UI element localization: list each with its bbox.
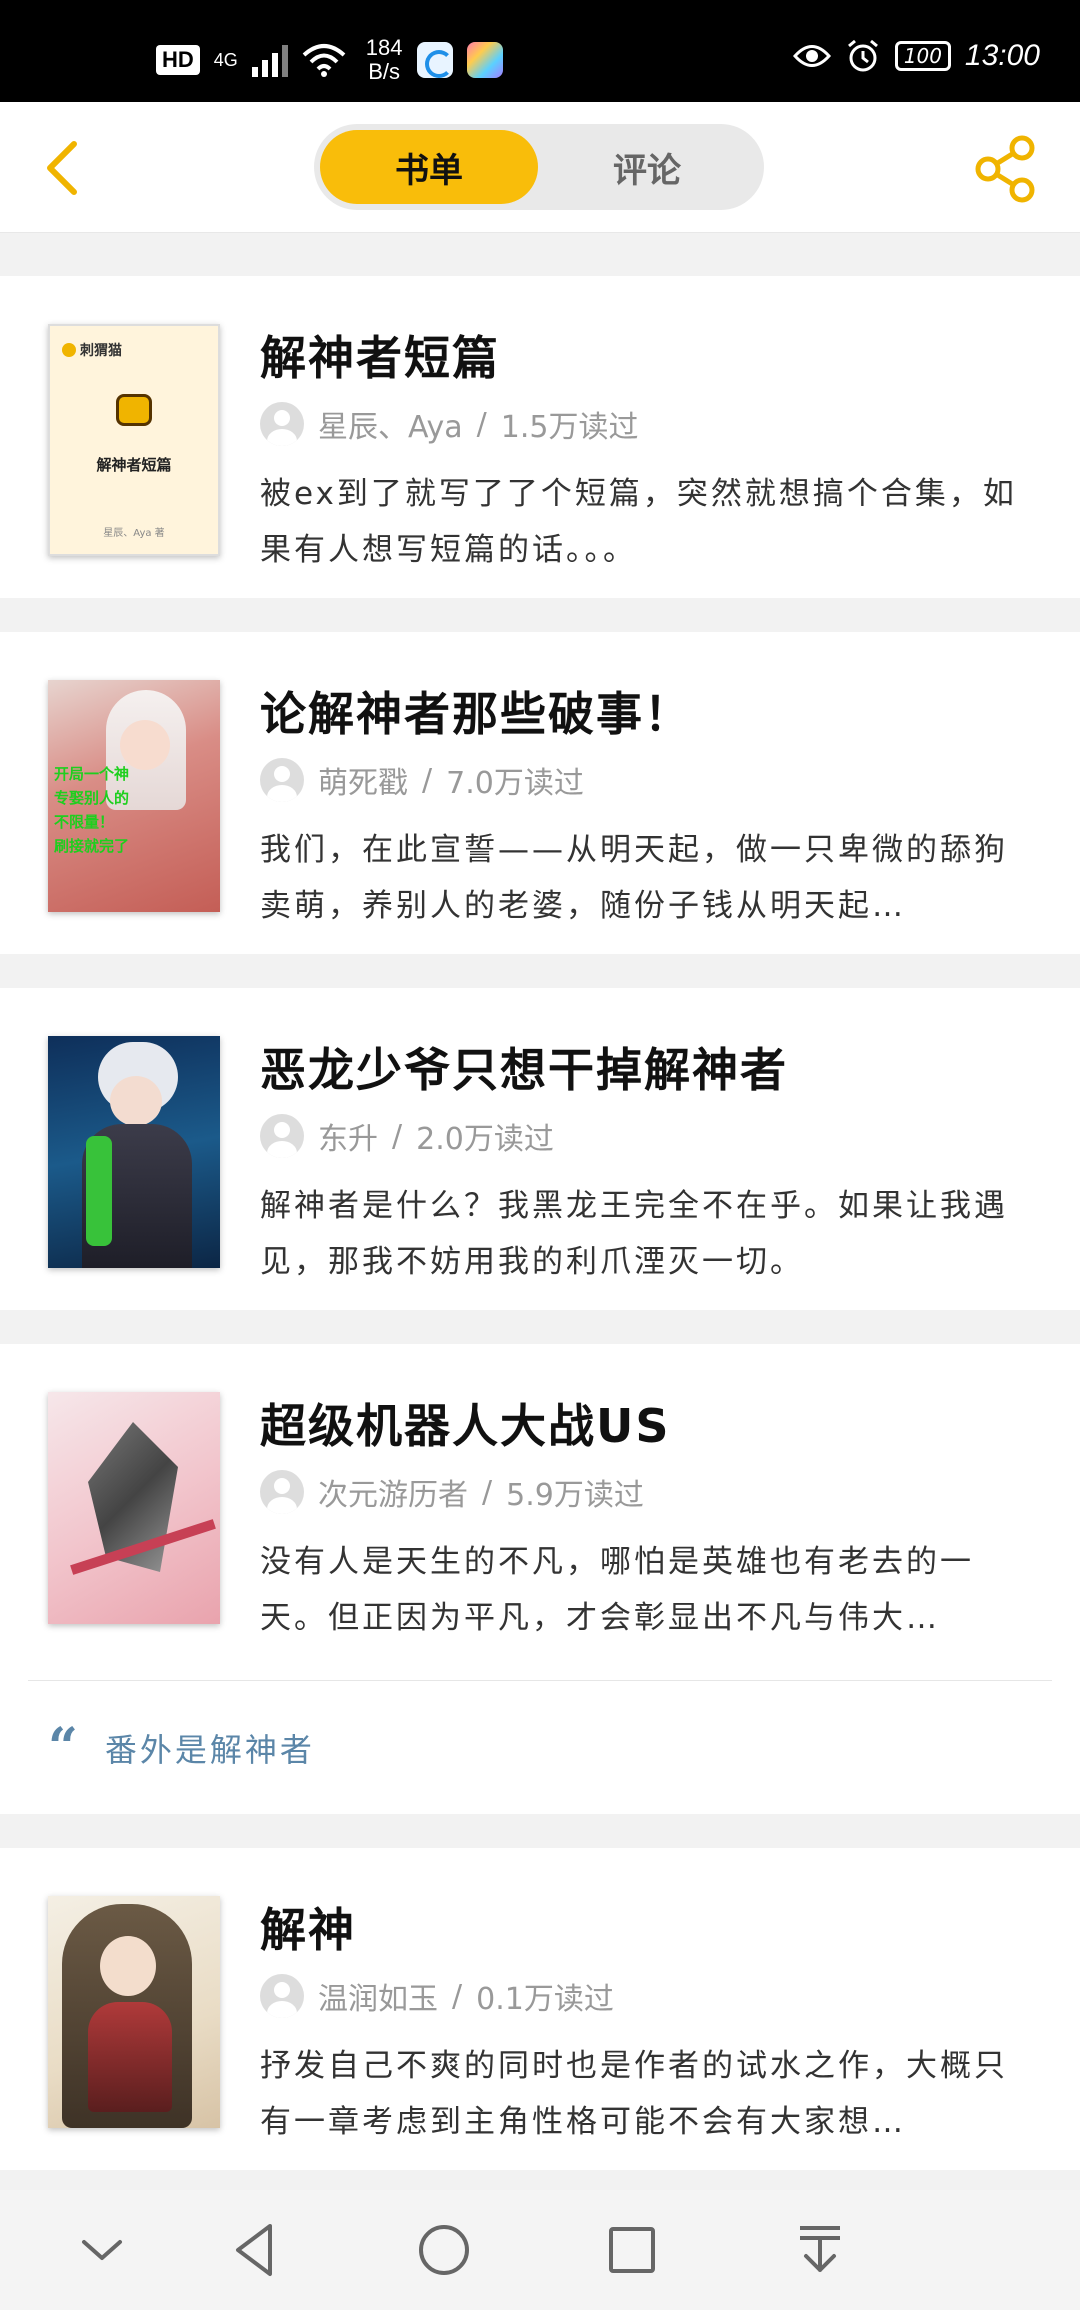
- tab-comments[interactable]: 评论: [538, 130, 756, 204]
- avatar: [260, 1470, 304, 1514]
- book-card[interactable]: 开局一个神 专娶别人的 不限量！ 刷接就完了 论解神者那些破事！ 萌死戳 / 7…: [0, 632, 1080, 954]
- divider: [28, 1680, 1052, 1681]
- book-meta: 东升 / 2.0万读过: [260, 1114, 554, 1158]
- book-cover: [48, 1392, 220, 1624]
- book-description: 解神者是什么？我黑龙王完全不在乎。如果让我遇见，那我不妨用我的利爪湮灭一切。: [260, 1188, 1008, 1280]
- book-description: 我们，在此宣誓——从明天起，做一只卑微的舔狗卖萌，养别人的老婆，随份子钱从明天起…: [260, 832, 1008, 924]
- app-notification-icon-2: [466, 42, 503, 78]
- author: 萌死戳: [318, 766, 408, 801]
- cat-icon: [116, 394, 152, 426]
- author: 星辰、Aya: [318, 410, 463, 445]
- read-count: 5.9万读过: [506, 1478, 644, 1513]
- avatar: [260, 1974, 304, 2018]
- share-icon[interactable]: [970, 134, 1040, 204]
- clock: 13:00: [964, 39, 1040, 72]
- cover-line: 不限量！: [54, 813, 115, 831]
- book-meta: 次元游历者 / 5.9万读过: [260, 1470, 644, 1514]
- read-count: 2.0万读过: [416, 1122, 554, 1157]
- book-cover: [48, 1896, 220, 2128]
- status-bar: HD 4G 184 B/s 100 13:00: [0, 0, 1080, 102]
- signal-icon: [251, 43, 288, 77]
- tab-booklist[interactable]: 书单: [320, 130, 538, 204]
- back-triangle-icon[interactable]: [224, 2218, 288, 2282]
- recents-square-icon[interactable]: [600, 2218, 664, 2282]
- book-card[interactable]: 超级机器人大战US 次元游历者 / 5.9万读过 没有人是天生的不凡，哪怕是英雄…: [0, 1344, 1080, 1814]
- book-cover: 刺猬猫 解神者短篇 星辰、Aya 著: [48, 324, 220, 556]
- book-title: 恶龙少爷只想干掉解神者: [260, 1043, 788, 1097]
- book-meta: 星辰、Aya / 1.5万读过: [260, 402, 638, 446]
- book-description: 被ex到了就写了了个短篇，突然就想搞个合集，如果有人想写短篇的话。。。: [260, 476, 1017, 568]
- book-meta: 温润如玉 / 0.1万读过: [260, 1974, 614, 2018]
- alarm-icon: [847, 39, 878, 72]
- avatar: [260, 758, 304, 802]
- download-icon[interactable]: [788, 2218, 852, 2282]
- chevron-down-icon[interactable]: [70, 2218, 134, 2282]
- book-title: 解神: [260, 1903, 356, 1957]
- book-title: 解神者短篇: [260, 331, 500, 385]
- hd-badge: HD: [156, 45, 200, 75]
- cover-line: 开局一个神: [54, 765, 130, 783]
- avatar: [260, 1114, 304, 1158]
- cover-line: 刷接就完了: [54, 837, 130, 855]
- eye-icon: [792, 45, 831, 67]
- cover-logo: 刺猬猫: [80, 343, 122, 359]
- network-type: 4G: [213, 49, 238, 70]
- quote-icon: “: [48, 1717, 81, 1778]
- book-description: 抒发自己不爽的同时也是作者的试水之作，大概只有一章考虑到主角性格可能不会有大家想…: [260, 2048, 1008, 2140]
- avatar: [260, 402, 304, 446]
- system-nav-bar: [0, 2190, 1080, 2310]
- segment-control: 书单 评论: [314, 124, 764, 210]
- author: 温润如玉: [318, 1982, 438, 2017]
- book-card[interactable]: 恶龙少爷只想干掉解神者 东升 / 2.0万读过 解神者是什么？我黑龙王完全不在乎…: [0, 988, 1080, 1310]
- book-cover: 开局一个神 专娶别人的 不限量！ 刷接就完了: [48, 680, 220, 912]
- book-description: 没有人是天生的不凡，哪怕是英雄也有老去的一天。但正因为平凡，才会彰显出不凡与伟大…: [260, 1544, 974, 1636]
- top-bar: 书单 评论: [0, 102, 1080, 233]
- book-meta: 萌死戳 / 7.0万读过: [260, 758, 584, 802]
- network-speed: 184 B/s: [365, 35, 403, 84]
- back-arrow-icon[interactable]: [38, 138, 88, 198]
- book-card[interactable]: 刺猬猫 解神者短篇 星辰、Aya 著 解神者短篇 星辰、Aya / 1.5万读过…: [0, 276, 1080, 598]
- read-count: 1.5万读过: [500, 410, 639, 445]
- home-circle-icon[interactable]: [412, 2218, 476, 2282]
- quote-text: 番外是解神者: [104, 1731, 315, 1769]
- read-count: 7.0万读过: [446, 766, 584, 801]
- cover-author: 星辰、Aya 著: [103, 528, 165, 539]
- book-cover: [48, 1036, 220, 1268]
- comment-quote[interactable]: “ 番外是解神者: [48, 1722, 315, 1774]
- battery-icon: 100: [894, 41, 951, 71]
- cover-line: 专娶别人的: [54, 789, 130, 807]
- book-title: 论解神者那些破事！: [260, 687, 692, 741]
- app-notification-icon: [416, 42, 453, 78]
- wifi-icon: [302, 44, 346, 77]
- author: 次元游历者: [318, 1478, 468, 1513]
- book-title: 超级机器人大战US: [260, 1399, 671, 1453]
- author: 东升: [318, 1122, 378, 1157]
- cover-title: 解神者短篇: [96, 456, 172, 474]
- book-card[interactable]: 解神 温润如玉 / 0.1万读过 抒发自己不爽的同时也是作者的试水之作，大概只有…: [0, 1848, 1080, 2170]
- read-count: 0.1万读过: [476, 1982, 614, 2017]
